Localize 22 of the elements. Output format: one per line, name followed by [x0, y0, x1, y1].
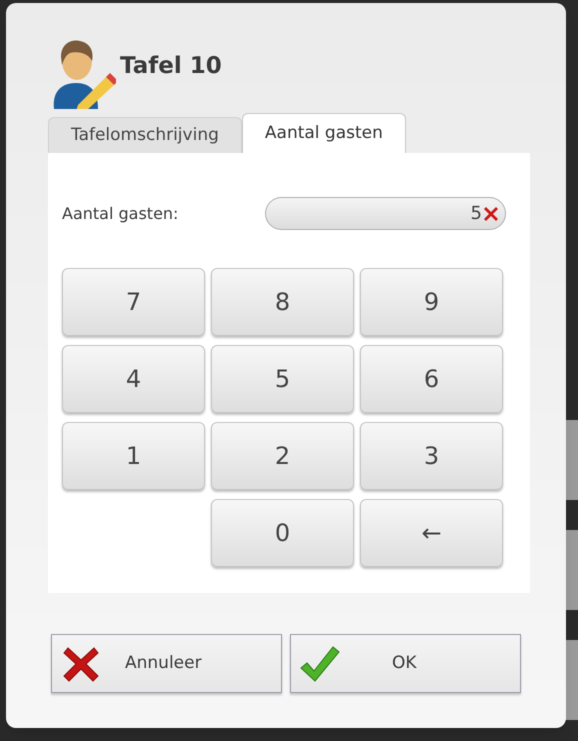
tab[interactable]: Aantal gasten — [242, 113, 406, 153]
digit-key[interactable]: 3 — [360, 422, 503, 490]
digit-key[interactable]: 2 — [211, 422, 354, 490]
ok-button[interactable]: OK — [290, 634, 521, 693]
digit-key[interactable]: 0 — [211, 499, 354, 567]
digit-key[interactable]: 1 — [62, 422, 205, 490]
digit-key[interactable]: 5 — [211, 345, 354, 413]
cross-icon — [63, 646, 99, 682]
input-field[interactable]: 5 — [265, 197, 506, 230]
cancel-button[interactable]: Annuleer — [51, 634, 282, 693]
dialog-title: Tafel 10 — [120, 52, 222, 81]
digit-key[interactable]: 4 — [62, 345, 205, 413]
backspace-key[interactable]: ← — [360, 499, 503, 567]
digit-key[interactable]: 9 — [360, 268, 503, 336]
clear-icon[interactable] — [483, 206, 499, 222]
field-value: 5 — [470, 202, 482, 226]
field-label: Aantal gasten: — [62, 202, 178, 224]
checkmark-icon — [300, 646, 340, 682]
tab[interactable]: Tafelomschrijving — [48, 117, 242, 153]
digit-key[interactable]: 6 — [360, 345, 503, 413]
digit-key[interactable]: 8 — [211, 268, 354, 336]
digit-key[interactable]: 7 — [62, 268, 205, 336]
